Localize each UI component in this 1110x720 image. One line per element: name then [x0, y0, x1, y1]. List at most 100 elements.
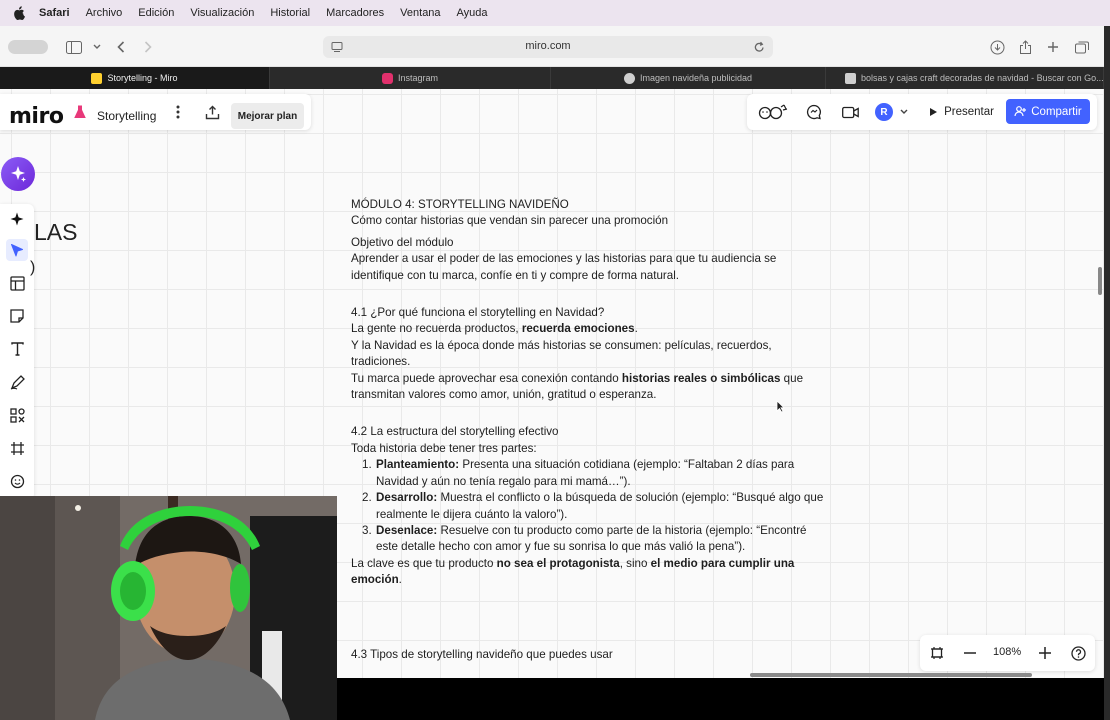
menu-visualizacion[interactable]: Visualización	[190, 7, 254, 19]
miro-logo[interactable]: miro	[9, 104, 64, 129]
macos-menu-bar: Safari Archivo Edición Visualización His…	[0, 0, 1110, 26]
section-heading: 4.2 La estructura del storytelling efect…	[351, 425, 559, 439]
reactions-icon[interactable]	[757, 103, 791, 121]
export-icon[interactable]	[204, 104, 220, 120]
paragraph: Tu marca puede aprovechar esa conexión c…	[351, 371, 804, 385]
apple-icon[interactable]	[13, 6, 29, 20]
upgrade-plan-button[interactable]: Mejorar plan	[231, 103, 304, 129]
play-icon	[930, 107, 938, 116]
zoom-out-icon[interactable]	[962, 645, 978, 661]
back-icon[interactable]	[112, 38, 130, 56]
templates-icon[interactable]	[6, 272, 28, 294]
menu-edicion[interactable]: Edición	[138, 7, 174, 19]
tab-label: Instagram	[397, 73, 439, 83]
text-tool-icon[interactable]	[6, 338, 28, 360]
menu-historial[interactable]: Historial	[270, 7, 310, 19]
webcam-overlay	[0, 496, 337, 720]
present-label: Presentar	[944, 105, 994, 118]
fit-to-screen-icon[interactable]	[929, 645, 945, 661]
chatgpt-favicon-icon	[623, 72, 635, 84]
creation-toolbar	[0, 204, 34, 500]
section-heading: 4.3 Tipos de storytelling navideño que p…	[351, 647, 613, 661]
download-icon[interactable]	[988, 38, 1006, 56]
share-icon[interactable]	[1016, 38, 1034, 56]
tab-google-search[interactable]: bolsas y cajas craft decoradas de navida…	[826, 67, 1104, 89]
collaboration-panel: R Presentar Compartir	[747, 94, 1097, 130]
flask-icon	[73, 105, 87, 119]
zoom-level[interactable]: 108%	[993, 646, 1021, 658]
zoom-in-icon[interactable]	[1037, 645, 1053, 661]
zoom-controls: 108%	[920, 635, 1095, 671]
tab-label: bolsas y cajas craft decoradas de navida…	[861, 73, 1104, 83]
chevron-down-icon[interactable]	[88, 38, 106, 56]
browser-toolbar: miro.com	[0, 26, 1104, 67]
add-user-icon	[1014, 106, 1027, 117]
google-favicon-icon	[845, 72, 856, 84]
menu-ventana[interactable]: Ventana	[400, 7, 440, 19]
board-header-panel: miro Storytelling Mejorar plan	[0, 94, 311, 130]
menu-marcadores[interactable]: Marcadores	[326, 7, 384, 19]
section-heading: 4.1 ¿Por qué funciona el storytelling en…	[351, 306, 605, 320]
sticky-note-icon[interactable]	[6, 305, 28, 327]
list-item: 2. Desarrollo: Muestra el conflicto o la…	[362, 491, 824, 521]
paragraph: La gente no recuerda productos, recuerda…	[351, 322, 638, 336]
url-text: miro.com	[525, 40, 571, 52]
more-vertical-icon[interactable]	[171, 105, 185, 119]
list-item: 1. Planteamiento: Presenta una situación…	[362, 458, 795, 488]
video-call-icon[interactable]	[841, 103, 859, 121]
reload-icon[interactable]	[754, 40, 765, 58]
emoji-icon[interactable]	[6, 470, 28, 492]
text-document[interactable]: MÓDULO 4: STORYTELLING NAVIDEÑO Cómo con…	[351, 197, 851, 663]
address-bar[interactable]: miro.com	[323, 36, 773, 58]
paragraph: emoción.	[351, 573, 402, 587]
menu-ayuda[interactable]: Ayuda	[457, 7, 488, 19]
pen-tool-icon[interactable]	[6, 371, 28, 393]
objective-text: identifique con tu marca, confíe en ti y…	[351, 268, 680, 282]
instagram-favicon-icon	[381, 72, 393, 84]
share-button[interactable]: Compartir	[1006, 99, 1090, 124]
sidebar-icon[interactable]	[65, 38, 83, 56]
forward-icon[interactable]	[139, 38, 157, 56]
sparkle-icon	[11, 166, 26, 182]
shapes-icon[interactable]	[6, 404, 28, 426]
select-tool-icon[interactable]	[6, 239, 28, 261]
objective-text: Aprender a usar el poder de las emocione…	[351, 252, 777, 266]
module-title: MÓDULO 4: STORYTELLING NAVIDEÑO	[351, 198, 569, 211]
paragraph: Y la Navidad es la época donde más histo…	[351, 338, 772, 352]
ai-tools-icon[interactable]	[6, 208, 28, 230]
present-button[interactable]: Presentar	[922, 99, 1001, 124]
objective-heading: Objetivo del módulo	[351, 235, 454, 249]
canvas-text-fragment[interactable]: LAS	[34, 219, 77, 246]
frame-tool-icon[interactable]	[6, 437, 28, 459]
share-label: Compartir	[1031, 105, 1082, 118]
tab-instagram[interactable]: Instagram	[270, 67, 551, 89]
board-name[interactable]: Storytelling	[97, 109, 156, 123]
webcam-person-image	[0, 496, 337, 720]
horizontal-scrollbar[interactable]	[750, 673, 1032, 677]
paragraph: Toda historia debe tener tres partes:	[351, 441, 537, 455]
paragraph: La clave es que tu producto no sea el pr…	[351, 556, 795, 570]
new-tab-icon[interactable]	[1044, 38, 1062, 56]
tab-label: Storytelling - Miro	[107, 73, 178, 83]
ai-assistant-button[interactable]	[1, 157, 35, 191]
help-icon[interactable]	[1070, 645, 1086, 661]
tab-label: Imagen navideña publicidad	[639, 73, 753, 83]
tab-imagen-navidena[interactable]: Imagen navideña publicidad	[551, 67, 826, 89]
paragraph: tradiciones.	[351, 355, 411, 369]
menu-safari[interactable]: Safari	[39, 7, 70, 19]
module-subtitle: Cómo contar historias que vendan sin par…	[351, 214, 669, 228]
user-avatar[interactable]: R	[875, 103, 893, 121]
window-controls[interactable]	[8, 40, 48, 54]
canvas-text-fragment[interactable]: )	[30, 259, 35, 277]
list-item: 3. Desenlace: Resuelve con tu producto c…	[362, 523, 807, 554]
comment-icon[interactable]	[805, 103, 823, 121]
tab-storytelling-miro[interactable]: Storytelling - Miro	[0, 67, 270, 89]
chevron-down-icon[interactable]	[899, 107, 909, 117]
miro-favicon-icon	[91, 72, 103, 84]
tab-overview-icon[interactable]	[1073, 38, 1091, 56]
tab-bar: Storytelling - Miro Instagram Imagen nav…	[0, 67, 1104, 89]
menu-archivo[interactable]: Archivo	[86, 7, 123, 19]
mouse-cursor-icon	[776, 400, 785, 413]
vertical-scrollbar[interactable]	[1098, 267, 1102, 295]
window-edge	[1104, 26, 1110, 720]
